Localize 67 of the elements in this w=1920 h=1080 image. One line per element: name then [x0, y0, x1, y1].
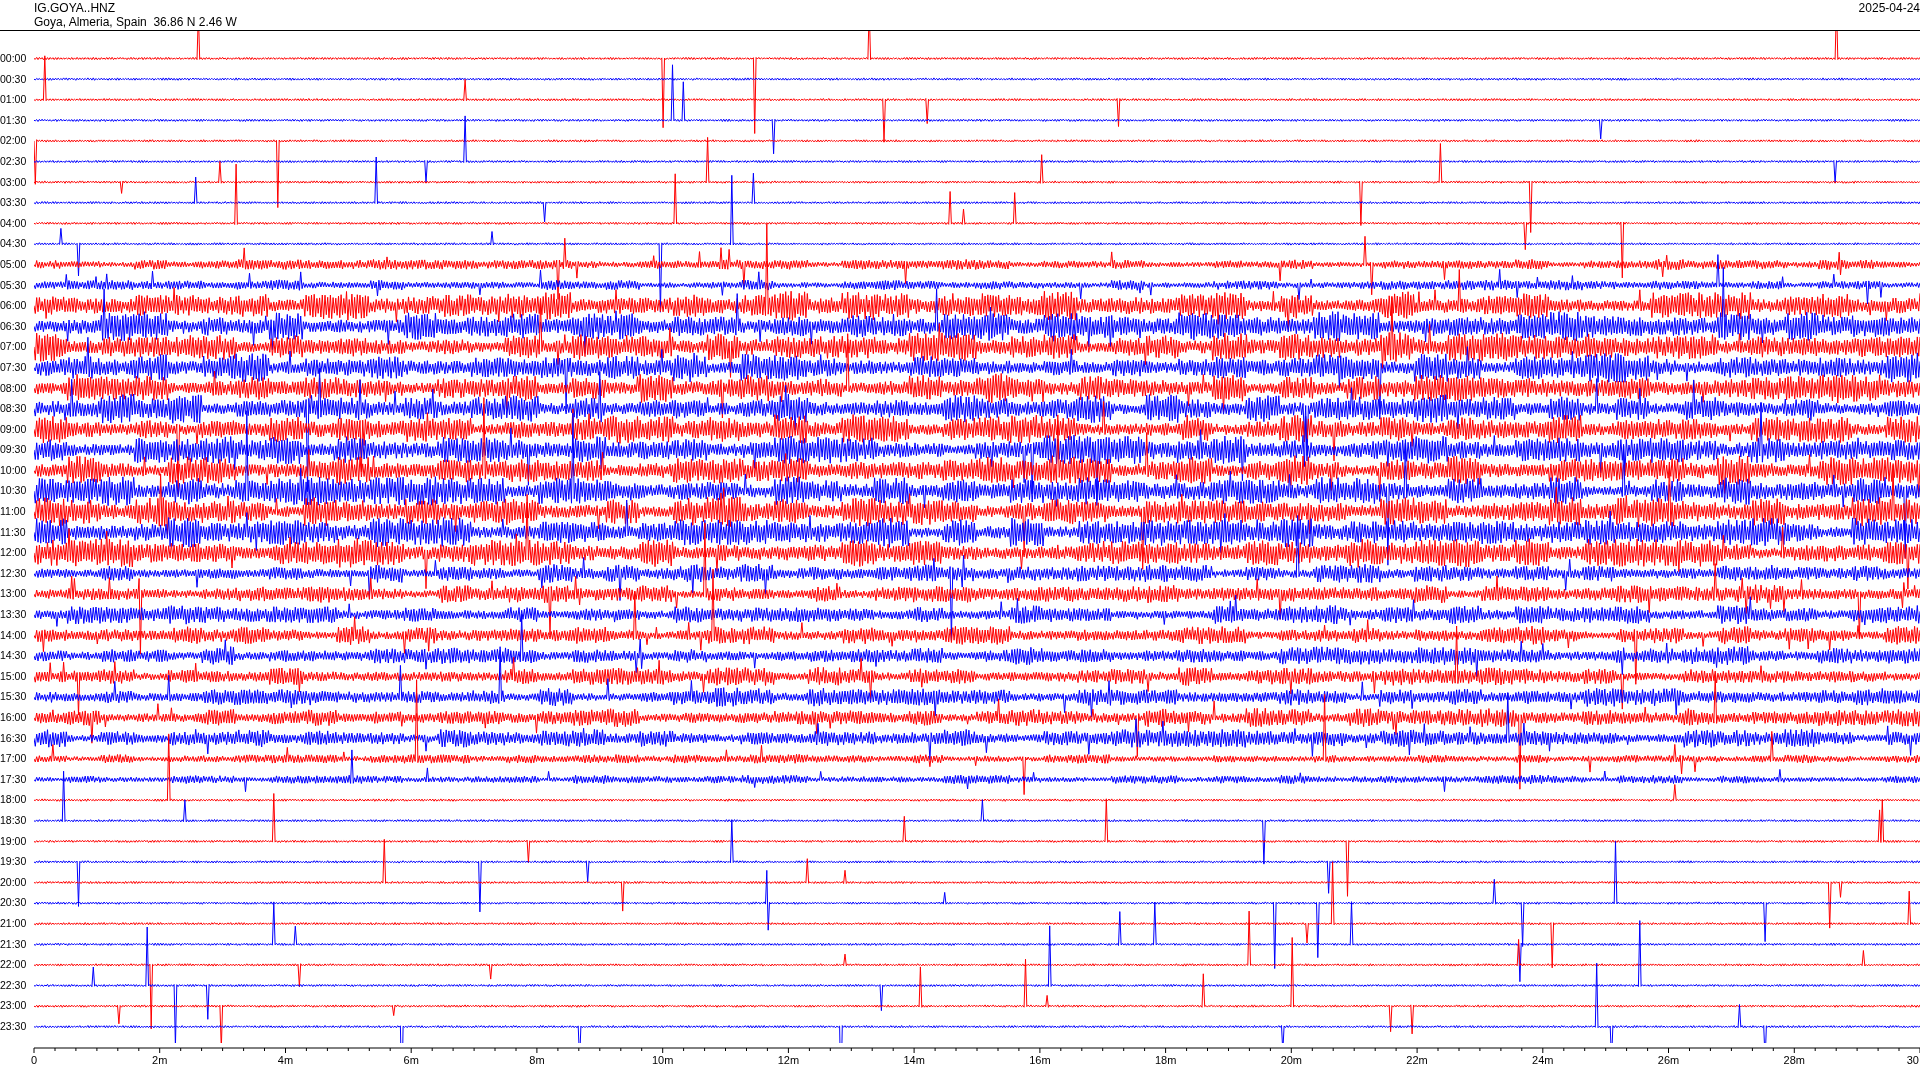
axis-label: 10m — [651, 1054, 674, 1066]
time-label: 23:30 — [0, 1018, 28, 1034]
time-label: 08:00 — [0, 380, 28, 396]
time-label: 08:30 — [0, 401, 28, 417]
axis-label: 30 — [1906, 1054, 1919, 1066]
time-label: 14:30 — [0, 648, 28, 664]
time-label: 10:00 — [0, 462, 28, 478]
axis-label: 18m — [1154, 1054, 1177, 1066]
time-label: 18:30 — [0, 812, 28, 828]
time-label: 10:30 — [0, 483, 28, 499]
date-label: 2025-04-24 — [1858, 0, 1920, 17]
time-label: 22:30 — [0, 977, 28, 993]
time-label: 07:00 — [0, 339, 28, 355]
time-label: 04:30 — [0, 236, 28, 252]
time-label: 23:00 — [0, 998, 28, 1014]
time-label: 21:00 — [0, 915, 28, 931]
axis-label: 16m — [1029, 1054, 1051, 1066]
axis-label: 6m — [403, 1054, 419, 1066]
time-label: 15:00 — [0, 668, 28, 684]
time-label: 15:30 — [0, 689, 28, 705]
time-label: 06:00 — [0, 298, 28, 314]
time-label: 22:00 — [0, 957, 28, 973]
time-label: 01:00 — [0, 92, 28, 108]
station-location: Goya, Almeria, Spain 36.86 N 2.46 W — [34, 15, 237, 29]
time-label: 02:30 — [0, 153, 28, 169]
time-label: 17:00 — [0, 751, 28, 767]
time-label: 20:30 — [0, 895, 28, 911]
time-label: 00:30 — [0, 71, 28, 87]
time-label: 13:00 — [0, 586, 28, 602]
time-label: 17:30 — [0, 771, 28, 787]
time-label: 00:00 — [0, 51, 28, 66]
time-label: 05:30 — [0, 277, 28, 293]
time-label: 19:30 — [0, 854, 28, 870]
axis-label: 28m — [1783, 1054, 1805, 1066]
time-label: 11:00 — [0, 504, 27, 520]
axis-label: 0 — [30, 1054, 38, 1066]
time-label: 03:30 — [0, 195, 28, 211]
axis-label: 24m — [1532, 1054, 1554, 1066]
time-label: 18:00 — [0, 792, 28, 808]
axis-label: 2m — [152, 1054, 168, 1066]
axis-label: 14m — [903, 1054, 925, 1066]
time-label: 20:00 — [0, 874, 28, 890]
axis-label: 12m — [777, 1054, 800, 1066]
time-label: 16:00 — [0, 710, 28, 725]
axis-label: 20m — [1280, 1054, 1303, 1066]
time-label: 05:00 — [0, 256, 28, 272]
time-label: 14:00 — [0, 627, 28, 643]
axis-label: 8m — [529, 1054, 545, 1066]
time-label: 12:00 — [0, 545, 28, 561]
axis-label: 26m — [1657, 1054, 1680, 1066]
time-label: 09:00 — [0, 421, 28, 437]
axis-label: 22m — [1406, 1054, 1428, 1066]
time-label: 12:30 — [0, 565, 28, 581]
time-label: 11:30 — [0, 524, 27, 540]
time-label: 02:00 — [0, 133, 28, 149]
axis-label: 4m — [277, 1054, 294, 1066]
station-code: IG.GOYA..HNZ — [34, 1, 117, 15]
time-label: 07:30 — [0, 359, 28, 375]
time-label: 19:00 — [0, 833, 28, 849]
time-label: 13:30 — [0, 607, 28, 623]
time-label: 21:30 — [0, 936, 28, 952]
time-label: 16:30 — [0, 730, 28, 746]
time-label: 04:00 — [0, 215, 28, 231]
time-label: 01:30 — [0, 112, 28, 128]
time-label: 06:30 — [0, 318, 28, 334]
time-label: 03:00 — [0, 174, 28, 190]
time-label: 09:30 — [0, 442, 28, 458]
